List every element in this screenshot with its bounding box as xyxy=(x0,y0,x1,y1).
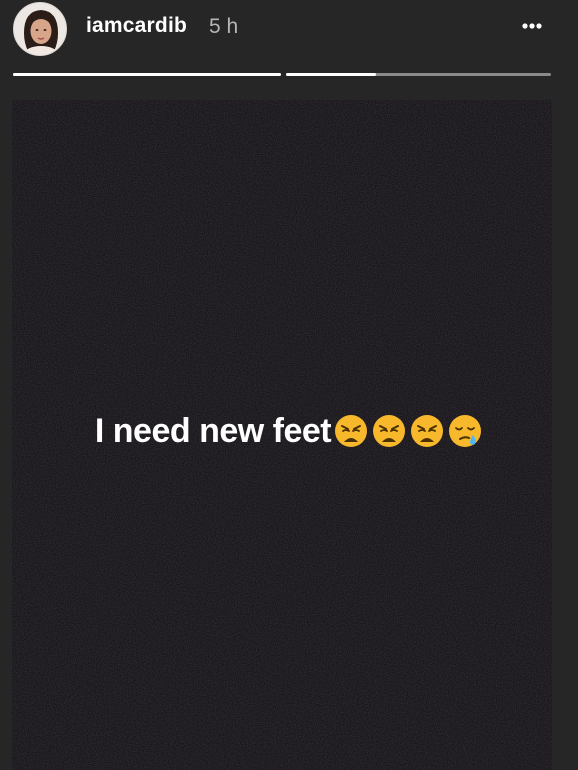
weary-face-emoji xyxy=(371,413,407,449)
more-options-button[interactable] xyxy=(514,12,550,40)
avatar[interactable] xyxy=(13,2,67,56)
sleepy-face-emoji xyxy=(447,413,483,449)
progress-fill-1 xyxy=(13,73,281,76)
progress-fill-2 xyxy=(286,73,377,76)
timestamp: 5 h xyxy=(209,15,239,38)
weary-face-emoji xyxy=(409,413,445,449)
weary-face-emoji xyxy=(333,413,369,449)
story-caption: I need new feet xyxy=(0,408,578,454)
username[interactable]: iamcardib xyxy=(86,14,187,38)
story-header: iamcardib 5 h xyxy=(0,0,578,60)
progress-bar-1[interactable] xyxy=(13,73,281,76)
progress-bar-2[interactable] xyxy=(286,73,551,76)
more-options-icon xyxy=(522,23,542,29)
avatar-image xyxy=(14,3,66,55)
caption-text: I need new feet xyxy=(94,411,332,450)
story-viewer: iamcardib 5 h I need new feet xyxy=(0,0,578,770)
